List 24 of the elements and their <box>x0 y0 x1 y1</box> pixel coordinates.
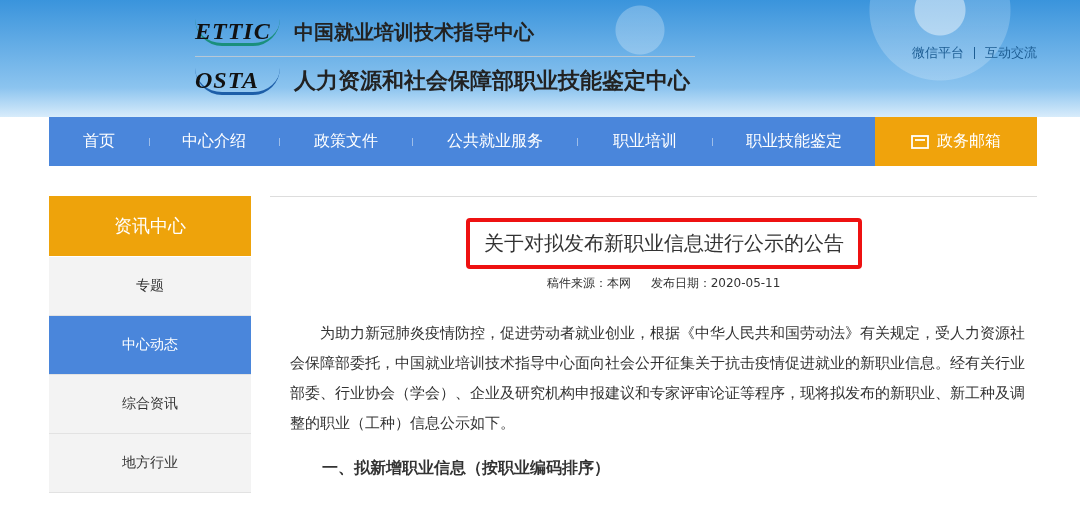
logo-mark: ETTIC <box>195 18 280 46</box>
article-title: 关于对拟发布新职业信息进行公示的公告 <box>465 218 862 269</box>
nav-link[interactable]: 职业技能鉴定 <box>712 117 875 166</box>
sidebar-heading: 资讯中心 <box>49 196 251 257</box>
article-meta: 稿件来源：本网 <box>546 275 631 292</box>
organization-name: 中国就业培训技术指导中心 <box>294 18 534 46</box>
section-heading: 一、拟新增职业信息（按职业编码排序） <box>322 458 611 479</box>
header-link[interactable]: 微信平台 <box>912 44 964 62</box>
article-meta: 发布日期：2020-05-11 <box>650 275 781 292</box>
nav-mailbox-button[interactable]: 政务邮箱 <box>875 117 1037 166</box>
nav-link[interactable]: 中心介绍 <box>149 117 279 166</box>
logo-mark: OSTA <box>195 67 280 95</box>
header-link[interactable]: 互动交流 <box>985 44 1037 62</box>
nav-link[interactable]: 政策文件 <box>279 117 412 166</box>
nav-link[interactable]: 职业培训 <box>577 117 712 166</box>
nav-link[interactable]: 公共就业服务 <box>412 117 577 166</box>
sidebar-item[interactable]: 综合资讯 <box>49 375 251 434</box>
nav-link[interactable]: 首页 <box>49 117 149 166</box>
sidebar-item[interactable]: 中心动态 <box>49 316 251 375</box>
sidebar-item[interactable]: 专题 <box>49 257 251 316</box>
sidebar-item[interactable]: 地方行业 <box>49 434 251 493</box>
mail-icon <box>911 134 929 149</box>
article-paragraph: 为助力新冠肺炎疫情防控，促进劳动者就业创业，根据《中华人民共和国劳动法》有关规定，受人力资源社会保障部委托，中国就业培训技术指导中心面向社会公开征集关于抗击疫情促进就业的新职业信息。经有关行业部委、行业协会（学会）、企业及研究机构申报建议和专家评审论证等程序，现将拟发布的新职业、新工种及调整的职业（工种）信息公示如下。 <box>290 323 1026 434</box>
organization-name: 人力资源和社会保障部职业技能鉴定中心 <box>294 67 690 95</box>
